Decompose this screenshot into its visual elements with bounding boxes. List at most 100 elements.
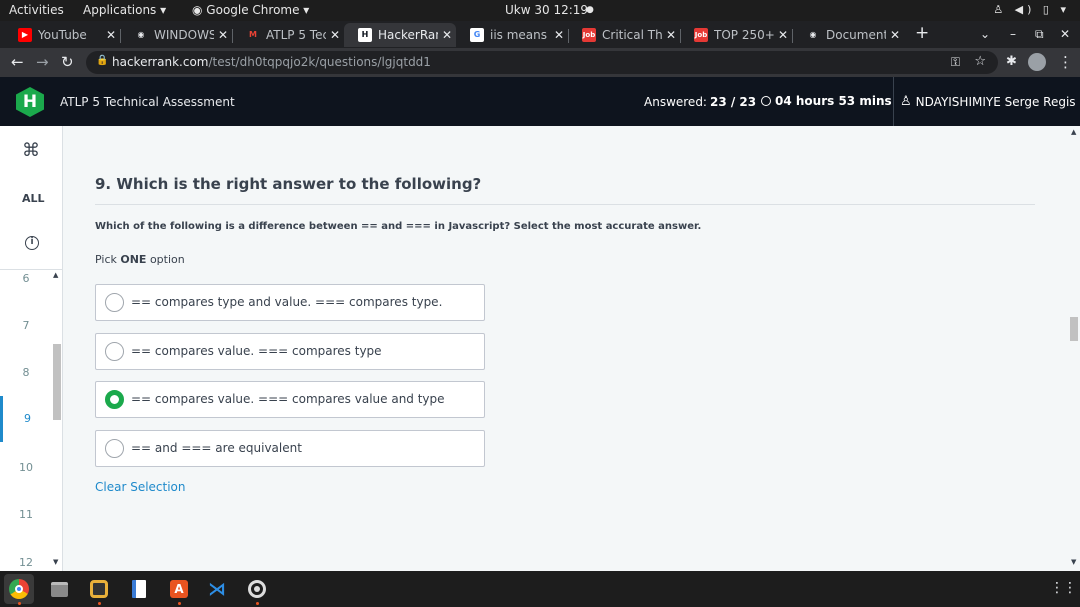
user-menu[interactable]: ♙ NDAYISHIMIYE Serge Regis ▾ (893, 77, 1080, 126)
command-icon[interactable]: ⌘ (22, 140, 40, 161)
show-applications-icon[interactable]: ⋮⋮⋮ (1050, 580, 1080, 596)
info-icon[interactable]: i (25, 236, 39, 250)
question-nav-item[interactable]: 6 (0, 272, 52, 285)
answer-option[interactable]: == and === are equivalent (95, 430, 485, 467)
question-nav-item[interactable]: 7 (0, 319, 52, 332)
activities-button[interactable]: Activities (9, 3, 64, 17)
applications-menu[interactable]: Applications ▾ (83, 3, 166, 17)
close-window-icon[interactable]: ✕ (1060, 27, 1070, 41)
chrome-icon[interactable] (4, 574, 34, 604)
profile-avatar-icon[interactable] (1028, 53, 1046, 71)
tab-document[interactable]: ◉ Document ✕ (792, 23, 904, 47)
bookmark-star-icon[interactable]: ☆ (974, 54, 986, 69)
rail-scroll-down-icon[interactable]: ▼ (53, 558, 58, 566)
tab-title: TOP 250+ A (714, 28, 774, 42)
settings-icon[interactable] (242, 574, 272, 604)
clock[interactable]: Ukw 30 12:19 (505, 3, 588, 17)
rail-scroll-up-icon[interactable]: ▲ (53, 271, 58, 279)
globe-icon: ◉ (806, 28, 820, 42)
assessment-title: ATLP 5 Technical Assessment (60, 95, 235, 109)
question-panel: 9. Which is the right answer to the foll… (64, 126, 1068, 571)
job-icon: Job (694, 28, 708, 42)
tab-google-search[interactable]: G iis means in ✕ (456, 23, 568, 47)
software-icon[interactable] (84, 574, 114, 604)
reload-icon[interactable]: ↻ (61, 53, 74, 71)
tab-close-icon[interactable]: ✕ (662, 28, 680, 42)
tab-close-icon[interactable]: ✕ (102, 28, 120, 42)
tab-windows[interactable]: ◉ WINDOWS ✕ (120, 23, 232, 47)
tab-title: Critical Thin (602, 28, 662, 42)
extensions-icon[interactable]: ✱ (1006, 54, 1017, 69)
minimize-icon[interactable]: – (1010, 27, 1016, 41)
question-nav-item[interactable]: 12 (0, 556, 52, 569)
question-nav-item[interactable]: 8 (0, 366, 52, 379)
question-nav-item[interactable]: 11 (0, 508, 52, 521)
radio-button[interactable] (105, 342, 124, 361)
tab-close-icon[interactable]: ✕ (774, 28, 792, 42)
hackerrank-logo-icon[interactable]: H (16, 87, 44, 117)
answered-value: 23 / 23 (709, 95, 757, 109)
url-domain: hackerrank.com (112, 55, 209, 69)
scroll-down-icon[interactable]: ▼ (1071, 558, 1076, 566)
chrome-menu-icon[interactable]: ⋮ (1058, 53, 1073, 71)
globe-icon: ◉ (134, 28, 148, 42)
text-editor-icon[interactable] (124, 574, 154, 604)
new-tab-button[interactable]: + (915, 23, 929, 43)
tab-title: HackerRank (378, 28, 438, 42)
radio-button[interactable] (105, 390, 124, 409)
tab-close-icon[interactable]: ✕ (550, 28, 568, 42)
tab-hackerrank[interactable]: H HackerRank ✕ (344, 23, 456, 47)
option-label: == compares value. === compares type (131, 344, 382, 358)
key-icon[interactable]: ⚿ (951, 55, 960, 70)
tab-title: YouTube (38, 28, 87, 42)
system-tray[interactable]: ♙ ◀) ▯ ▾ (993, 3, 1070, 16)
google-icon: G (470, 28, 484, 42)
app-store-icon[interactable]: A (164, 574, 194, 604)
chrome-small-icon: ◉ (192, 3, 207, 17)
page-scrollbar[interactable]: ▲ ▼ (1068, 126, 1080, 571)
tab-atlp-gmail[interactable]: M ATLP 5 Tech ✕ (232, 23, 344, 47)
user-name: NDAYISHIMIYE Serge Regis (915, 94, 1076, 109)
tab-close-icon[interactable]: ✕ (214, 28, 232, 42)
tab-close-icon[interactable]: ✕ (326, 28, 344, 42)
clear-selection-link[interactable]: Clear Selection (95, 480, 186, 494)
radio-button[interactable] (105, 439, 124, 458)
url-text[interactable]: hackerrank.com/test/dh0tqpqjo2k/question… (112, 55, 431, 69)
answered-label: Answered: (644, 95, 707, 109)
lock-icon[interactable]: 🔒 (96, 55, 108, 66)
question-heading: 9. Which is the right answer to the foll… (95, 175, 482, 193)
tab-top-250[interactable]: Job TOP 250+ A ✕ (680, 23, 792, 47)
tab-search-icon[interactable]: ⌄ (980, 27, 990, 41)
answer-option[interactable]: == compares value. === compares value an… (95, 381, 485, 418)
tab-title: Document (826, 28, 886, 42)
pick-prefix: Pick (95, 253, 121, 266)
scrollbar-thumb[interactable] (1070, 317, 1078, 341)
question-nav-item[interactable]: 10 (0, 461, 52, 474)
hackerrank-icon: H (358, 28, 372, 42)
tab-youtube[interactable]: ▶ YouTube ✕ (4, 23, 120, 47)
status-dot-icon: ● (586, 5, 594, 15)
tab-title: WINDOWS (154, 28, 214, 42)
question-navigator: ⌘ ALL i ▲ 6 7 8 9 10 11 12 ▼ (0, 126, 63, 571)
question-nav-item-current[interactable]: 9 (0, 396, 52, 442)
address-bar[interactable]: 🔒 hackerrank.com/test/dh0tqpqjo2k/questi… (86, 51, 998, 74)
app-name-label: Google Chrome ▾ (206, 3, 310, 17)
answer-option[interactable]: == compares type and value. === compares… (95, 284, 485, 321)
back-icon[interactable]: ← (11, 53, 24, 71)
rail-scrollbar[interactable] (53, 344, 61, 420)
option-label: == and === are equivalent (131, 441, 302, 455)
restore-icon[interactable]: ⧉ (1035, 27, 1044, 42)
radio-button[interactable] (105, 293, 124, 312)
tab-close-icon[interactable]: ✕ (886, 28, 904, 42)
tab-close-icon[interactable]: ✕ (438, 28, 456, 42)
answer-option[interactable]: == compares value. === compares type (95, 333, 485, 370)
vscode-icon[interactable]: ⋊ (202, 574, 232, 604)
scroll-up-icon[interactable]: ▲ (1071, 128, 1076, 136)
all-questions-button[interactable]: ALL (22, 192, 45, 205)
forward-icon[interactable]: → (36, 53, 49, 71)
timer-text: 04 hours 53 mins (775, 94, 892, 108)
tab-critical-thinking[interactable]: Job Critical Thin ✕ (568, 23, 680, 47)
dock: A ⋊ (0, 571, 1080, 607)
app-menu-chrome[interactable]: ◉ Google Chrome ▾ (192, 3, 309, 17)
files-icon[interactable] (44, 574, 74, 604)
